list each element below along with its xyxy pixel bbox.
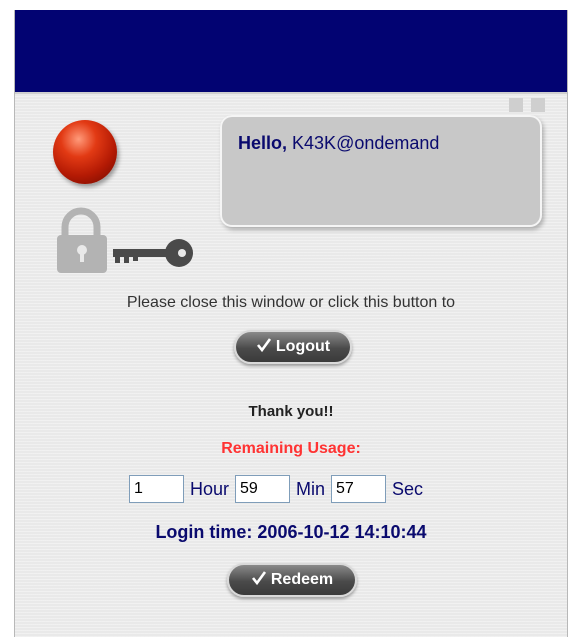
decor-square <box>509 98 523 112</box>
greeting-prefix: Hello, <box>238 133 288 153</box>
header-bar <box>15 10 567 94</box>
minutes-field[interactable] <box>235 475 291 503</box>
seconds-field[interactable] <box>331 475 387 503</box>
logout-prompt-text: Please close this window or click this b… <box>126 294 456 311</box>
checkmark-icon <box>251 570 267 591</box>
seconds-unit: Sec <box>392 478 424 499</box>
logout-button[interactable]: Logout <box>234 330 352 364</box>
logout-button-label: Logout <box>275 338 331 355</box>
minutes-unit: Min <box>296 478 326 499</box>
message-panel: Hello, K43K@ondemand <box>220 115 542 227</box>
redeem-button[interactable]: Redeem <box>227 563 357 597</box>
checkmark-icon <box>256 337 272 358</box>
redeem-button-label: Redeem <box>270 571 334 588</box>
username: K43K@ondemand <box>292 133 440 153</box>
remaining-usage-label: Remaining Usage: <box>221 440 361 457</box>
remaining-time-row: Hour Min Sec <box>129 472 423 506</box>
thank-you-text: Thank you!! <box>248 403 334 420</box>
lock-key-graphic <box>55 205 195 275</box>
hours-unit: Hour <box>190 478 230 499</box>
hours-field[interactable] <box>129 475 184 503</box>
red-status-light-icon <box>53 120 117 184</box>
decor-square <box>531 98 545 112</box>
login-status-window: Hello, K43K@ondemand Please close this w… <box>14 10 568 637</box>
login-time-text: Login time: 2006-10-12 14:10:44 <box>155 522 427 542</box>
key-icon <box>113 239 193 267</box>
greeting: Hello, K43K@ondemand <box>238 133 439 154</box>
padlock-icon <box>57 207 107 273</box>
